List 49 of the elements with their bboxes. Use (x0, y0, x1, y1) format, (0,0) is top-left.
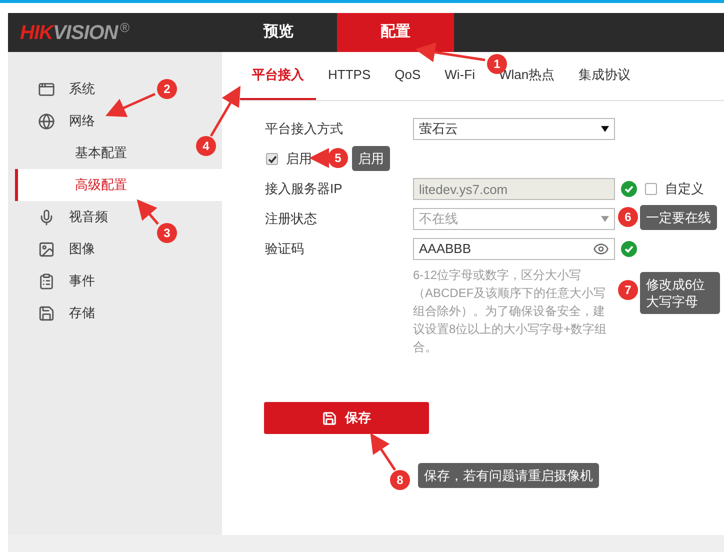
step-number-badge: 8 (390, 470, 410, 490)
field-label: 注册状态 (265, 210, 318, 228)
step-number-badge: 6 (618, 207, 638, 227)
verification-code-field[interactable]: AAABBB (413, 238, 615, 260)
sidebar-item[interactable]: 存储 (8, 297, 99, 329)
list-icon (38, 272, 55, 290)
caret-icon (601, 216, 609, 222)
globe-icon (38, 112, 55, 130)
sidebar-item[interactable]: 网络 (8, 105, 99, 137)
sidebar-subitem[interactable]: 高级配置 (15, 169, 222, 201)
sidebar-item[interactable]: 图像 (8, 233, 99, 265)
annotation-arrow (210, 86, 241, 137)
sidebar-subitem[interactable]: 基本配置 (15, 137, 131, 169)
field-label: 接入服务器IP (265, 180, 344, 198)
tab[interactable]: QoS (382, 52, 433, 100)
access-mode-select[interactable]: 萤石云 (413, 118, 615, 140)
annotation-arrow (136, 199, 159, 225)
checkbox[interactable] (266, 153, 278, 165)
eye-icon[interactable] (593, 241, 609, 257)
hint-text: 6-12位字母或数字，区分大小写（ABCDEF及该顺序下的任意大小写组合除外）。为了确保设备安全，建议设置8位以上的大小写字母+数字组合。 (413, 267, 608, 356)
annotation-arrow (415, 42, 486, 62)
checkbox-label: 启用 (286, 150, 312, 168)
annotation-arrow (370, 432, 396, 471)
tab[interactable]: Wi-Fi (432, 52, 487, 100)
nav-tab[interactable]: 配置 (337, 13, 454, 52)
save-button[interactable]: 保存 (264, 402, 429, 434)
field-label: 平台接入方式 (265, 120, 344, 138)
tab[interactable]: HTTPS (316, 52, 383, 100)
caret-icon (601, 126, 609, 132)
window-icon (38, 80, 55, 98)
annotation-callout: 保存，若有问题请重启摄像机 (418, 463, 599, 488)
annotation-arrow (309, 148, 329, 168)
checkbox-label: 自定义 (665, 180, 704, 198)
field-label: 验证码 (265, 240, 305, 258)
nav-tab[interactable]: 预览 (220, 13, 337, 52)
sidebar-item[interactable]: 事件 (8, 265, 99, 297)
microphone-icon (38, 208, 55, 226)
tab[interactable]: 平台接入 (240, 52, 316, 100)
annotation-callout: 启用 (352, 146, 390, 171)
step-number-badge: 5 (328, 148, 348, 168)
step-number-badge: 7 (618, 280, 638, 300)
sidebar-item[interactable]: 系统 (8, 73, 99, 105)
sidebar-item[interactable]: 视音频 (8, 201, 112, 233)
annotation-arrow (105, 92, 156, 118)
tab[interactable]: 集成协议 (566, 52, 643, 100)
image-icon (38, 240, 55, 258)
annotation-callout: 一定要在线 (640, 205, 717, 230)
logo: HIKVISION® (20, 18, 129, 46)
annotation-callout: 修改成6位大写字母 (640, 272, 720, 314)
